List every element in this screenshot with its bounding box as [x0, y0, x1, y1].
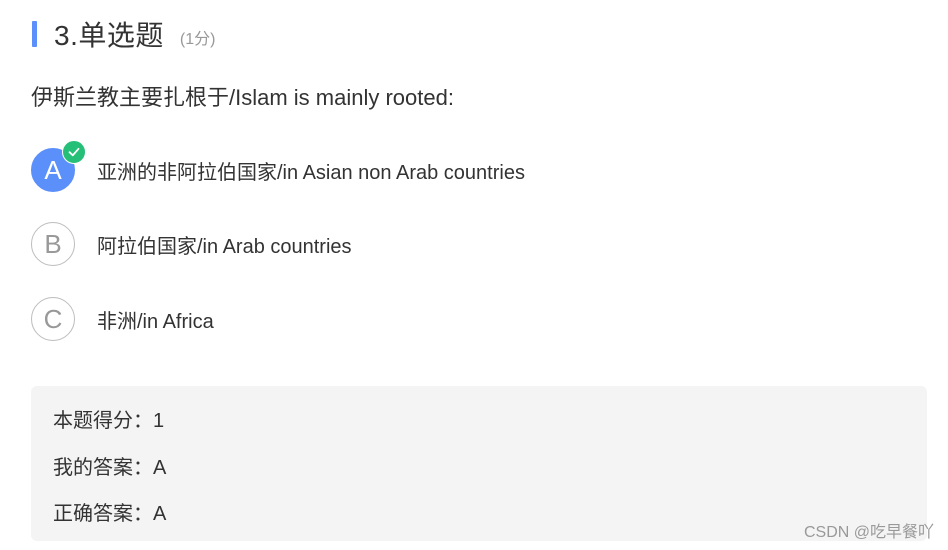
result-panel: 本题得分：1 我的答案：A 正确答案：A	[31, 386, 927, 541]
option-a[interactable]: A 亚洲的非阿拉伯国家/in Asian non Arab countries	[31, 140, 525, 193]
option-b[interactable]: B 阿拉伯国家/in Arab countries	[31, 221, 352, 267]
question-score: (1分)	[179, 31, 216, 48]
question-page: 3.单选题 (1分) 伊斯兰教主要扎根于/Islam is mainly roo…	[0, 0, 948, 550]
option-a-text: 亚洲的非阿拉伯国家/in Asian non Arab countries	[97, 161, 525, 184]
option-c-circle[interactable]: C	[31, 297, 75, 341]
question-header: 3.单选题 (1分)	[32, 14, 215, 54]
option-a-circle[interactable]: A	[31, 140, 86, 192]
check-icon	[62, 140, 86, 164]
question-title: 3.单选题	[54, 20, 164, 51]
option-c[interactable]: C 非洲/in Africa	[31, 296, 214, 342]
option-a-letter: A	[44, 154, 62, 185]
option-b-text: 阿拉伯国家/in Arab countries	[97, 235, 352, 258]
option-b-letter: B	[44, 228, 62, 259]
watermark: CSDN @吃早餐吖	[803, 524, 934, 541]
correct-answer-line: 正确答案：A	[53, 503, 167, 525]
my-answer-line: 我的答案：A	[53, 457, 167, 479]
option-c-text: 非洲/in Africa	[97, 310, 214, 333]
question-stem: 伊斯兰教主要扎根于/Islam is mainly rooted:	[31, 85, 454, 110]
score-line: 本题得分：1	[53, 410, 165, 432]
option-b-circle[interactable]: B	[31, 222, 75, 266]
option-c-letter: C	[43, 303, 63, 334]
title-marker-bar	[32, 21, 37, 47]
